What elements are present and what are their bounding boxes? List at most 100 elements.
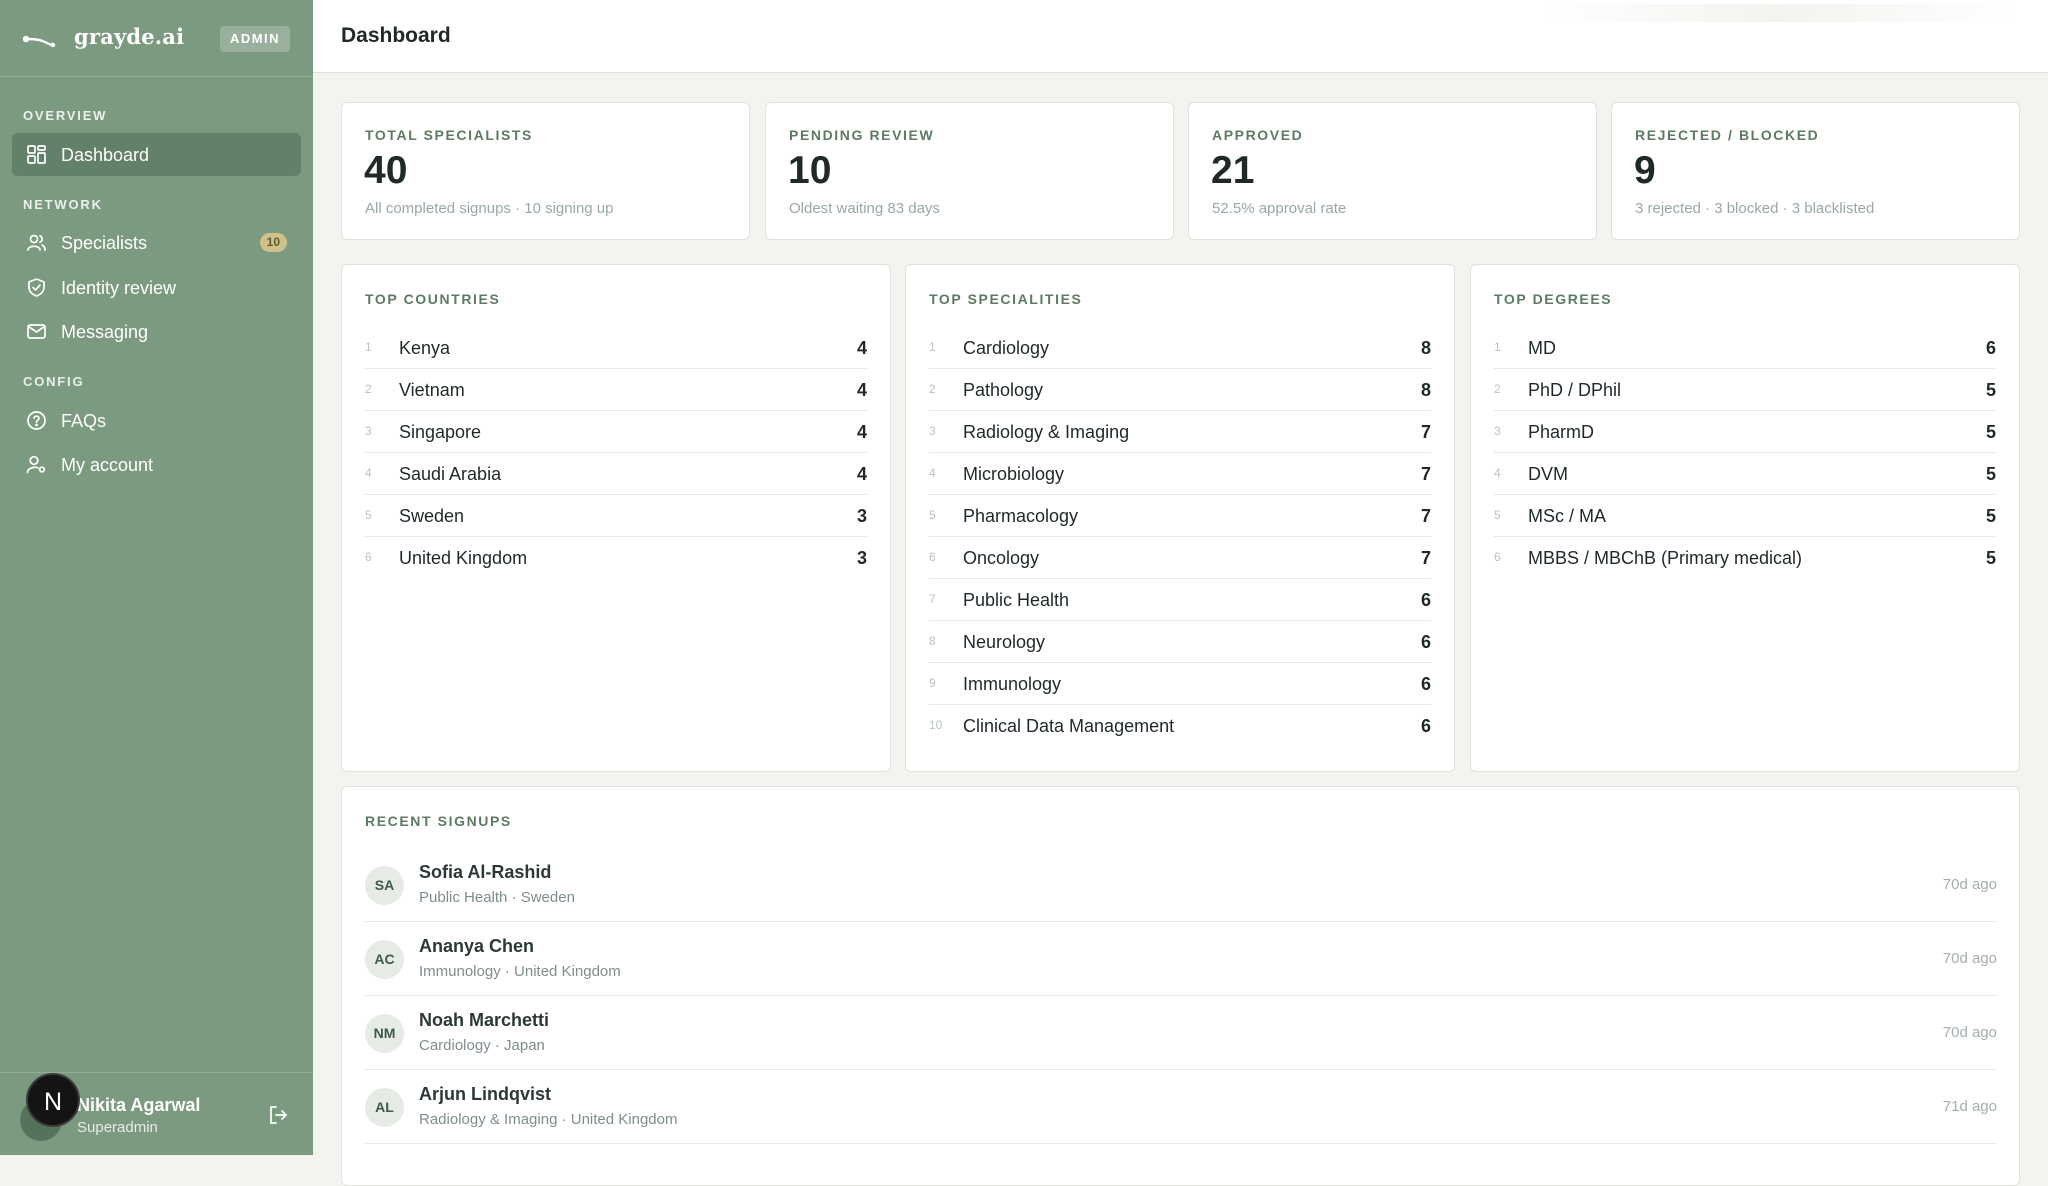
row-count: 4 — [856, 380, 867, 400]
stat-subtext: 3 rejected · 3 blocked · 3 blacklisted — [1635, 200, 1875, 217]
row-rank: 5 — [929, 508, 936, 522]
sidebar-item-label: Dashboard — [61, 145, 150, 165]
sidebar-item-identity-review[interactable]: Identity review — [12, 266, 301, 309]
row-label: Oncology — [963, 548, 1040, 568]
row-rank: 2 — [929, 382, 936, 396]
stat-subtext: Oldest waiting 83 days — [789, 200, 940, 217]
row-label: DVM — [1528, 464, 1568, 484]
row-label: Sweden — [399, 506, 465, 526]
row-rank: 2 — [1494, 382, 1501, 396]
list-item: 6 United Kingdom 3 — [365, 537, 867, 579]
stat-card-total[interactable]: TOTAL SPECIALISTS 40 All completed signu… — [341, 102, 750, 240]
list-item: 1 Cardiology 8 — [929, 327, 1431, 369]
signup-meta: Cardiology · Japan — [419, 1037, 545, 1054]
sidebar-item-specialists[interactable]: Specialists 10 — [12, 221, 301, 264]
stat-card-approved[interactable]: APPROVED 21 52.5% approval rate — [1188, 102, 1597, 240]
row-label: Pathology — [963, 380, 1044, 400]
list-item: 9 Immunology 6 — [929, 663, 1431, 705]
topbar-search-placeholder — [1538, 4, 2018, 22]
sidebar-item-dashboard[interactable]: Dashboard — [12, 133, 301, 176]
row-count: 4 — [856, 422, 867, 442]
top-specialities-card: TOP SPECIALITIES 1 Cardiology 8 2 Pathology… — [905, 264, 1455, 772]
shield-check-icon — [28, 278, 45, 297]
row-rank: 6 — [365, 550, 372, 564]
stat-subtext: 52.5% approval rate — [1212, 200, 1347, 217]
row-rank: 5 — [365, 508, 372, 522]
avatar: AL — [365, 1088, 404, 1127]
list-item: 1 Kenya 4 — [365, 327, 867, 369]
users-icon — [27, 234, 46, 251]
list-item: 4 Microbiology 7 — [929, 453, 1431, 495]
recent-signups-card: RECENT SIGNUPS SA Sofia Al-Rashid Public… — [341, 786, 2020, 1186]
user-cog-icon — [26, 455, 46, 474]
top-degrees-card: TOP DEGREES 1 MD 6 2 PhD / DPhil 5 3 PharmD 5 … — [1470, 264, 2020, 772]
row-count: 4 — [856, 464, 867, 484]
sidebar-item-label: FAQs — [61, 411, 107, 431]
stat-subtext: All completed signups · 10 signing up — [365, 200, 614, 217]
row-rank: 5 — [1494, 508, 1501, 522]
row-rank: 3 — [929, 424, 936, 438]
mail-icon — [27, 324, 46, 339]
signup-row[interactable]: SA Sofia Al-Rashid Public Health · Swede… — [365, 848, 1997, 922]
stat-value: 10 — [788, 149, 832, 192]
row-count: 7 — [1420, 464, 1431, 484]
row-label: PharmD — [1528, 422, 1595, 442]
row-rank: 4 — [365, 466, 372, 480]
sidebar-item-faqs[interactable]: FAQs — [12, 399, 301, 442]
row-count: 7 — [1420, 422, 1431, 442]
list-item: 5 Pharmacology 7 — [929, 495, 1431, 537]
avatar[interactable]: N — [26, 1073, 80, 1127]
row-count: 6 — [1420, 632, 1431, 652]
sidebar-item-label: Messaging — [61, 322, 149, 342]
sidebar-item-label: My account — [61, 455, 154, 475]
row-label: Public Health — [963, 590, 1070, 610]
avatar: NM — [365, 1014, 404, 1053]
row-label: Vietnam — [399, 380, 465, 400]
row-rank: 10 — [929, 718, 943, 732]
row-label: United Kingdom — [399, 548, 528, 568]
sidebar: grayde.ai ADMIN OVERVIEW Dashboard NETWO… — [0, 0, 313, 1155]
signup-row[interactable]: NM Noah Marchetti Cardiology · Japan 70d… — [365, 996, 1997, 1070]
signup-time: 70d ago — [1942, 950, 1997, 967]
row-count: 7 — [1420, 506, 1431, 526]
help-circle-icon — [27, 411, 46, 430]
row-label: Radiology & Imaging — [963, 422, 1130, 442]
section-label-overview: OVERVIEW — [23, 108, 108, 123]
grid-icon — [27, 145, 46, 164]
list-item: 10 Clinical Data Management 6 — [929, 705, 1431, 747]
row-count: 7 — [1420, 548, 1431, 568]
signup-name: Ananya Chen — [419, 936, 535, 956]
list-item: 4 Saudi Arabia 4 — [365, 453, 867, 495]
section-label-network: NETWORK — [23, 197, 103, 212]
brand-name[interactable]: grayde.ai — [74, 24, 184, 49]
row-label: Microbiology — [963, 464, 1065, 484]
signup-row[interactable]: AL Arjun Lindqvist Radiology & Imaging ·… — [365, 1070, 1997, 1144]
top-countries-card: TOP COUNTRIES 1 Kenya 4 2 Vietnam 4 3 Singapo… — [341, 264, 891, 772]
list-item: 2 PhD / DPhil 5 — [1494, 369, 1996, 411]
logout-icon[interactable] — [267, 1104, 289, 1126]
row-rank: 7 — [929, 592, 936, 606]
list-item: 4 DVM 5 — [1494, 453, 1996, 495]
row-count: 8 — [1420, 380, 1431, 400]
sidebar-item-my-account[interactable]: My account — [12, 443, 301, 486]
sidebar-item-label: Specialists — [61, 233, 148, 253]
stat-card-rejected[interactable]: REJECTED / BLOCKED 9 3 rejected · 3 bloc… — [1611, 102, 2020, 240]
row-rank: 3 — [1494, 424, 1501, 438]
row-label: Kenya — [399, 338, 451, 358]
row-label: Singapore — [399, 422, 482, 442]
row-rank: 1 — [1494, 340, 1501, 354]
card-title: TOP SPECIALITIES — [929, 291, 1083, 307]
stat-card-pending[interactable]: PENDING REVIEW 10 Oldest waiting 83 days — [765, 102, 1174, 240]
specialists-count-badge: 10 — [259, 233, 287, 252]
signup-name: Arjun Lindqvist — [419, 1084, 551, 1104]
stat-label: TOTAL SPECIALISTS — [365, 127, 533, 143]
stat-value: 9 — [1634, 149, 1656, 192]
avatar: AC — [365, 940, 404, 979]
row-rank: 1 — [929, 340, 936, 354]
list-item: 3 Singapore 4 — [365, 411, 867, 453]
row-count: 5 — [1985, 380, 1996, 400]
sidebar-item-messaging[interactable]: Messaging — [12, 310, 301, 353]
row-rank: 6 — [929, 550, 936, 564]
signup-row[interactable]: AC Ananya Chen Immunology · United Kingd… — [365, 922, 1997, 996]
card-title: TOP COUNTRIES — [365, 291, 501, 307]
